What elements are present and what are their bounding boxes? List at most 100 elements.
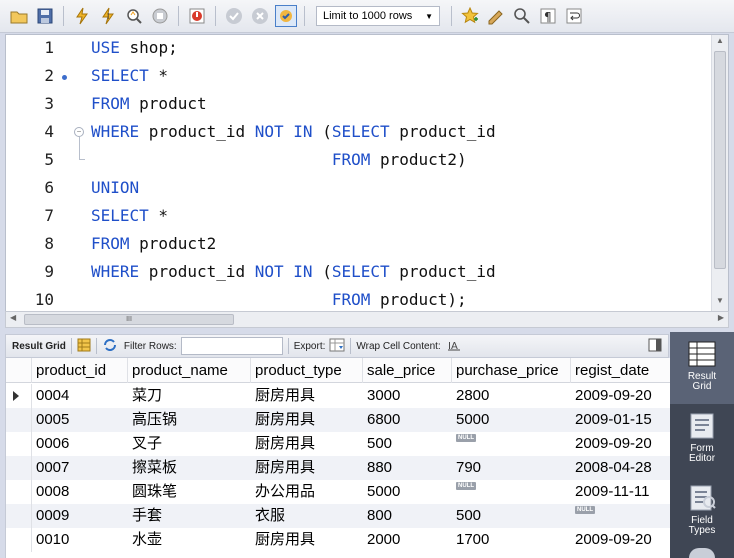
table-cell[interactable]: 0008 — [32, 480, 128, 504]
table-cell-null[interactable]: NULL — [571, 504, 670, 528]
code-line[interactable]: 3 FROM product — [6, 91, 712, 119]
table-cell[interactable]: 5000 — [452, 408, 571, 432]
table-cell[interactable]: 圆珠笔 — [128, 480, 251, 504]
sql-editor[interactable]: 1 USE shop; 2 SELECT * 3 FROM product 4 WHERE p… — [5, 34, 729, 312]
table-cell[interactable]: 0004 — [32, 384, 128, 408]
fold-toggle-icon[interactable]: − — [74, 127, 84, 137]
refresh-icon[interactable] — [102, 338, 118, 355]
table-cell[interactable]: 1700 — [452, 528, 571, 552]
table-cell[interactable]: 790 — [452, 456, 571, 480]
table-cell[interactable]: 2009-09-20 — [571, 432, 670, 456]
scroll-up-icon[interactable]: ▲ — [712, 36, 728, 50]
invisible-chars-icon[interactable]: ¶ — [537, 5, 559, 27]
editor-horizontal-scrollbar[interactable]: ◀ III ▶ — [5, 311, 729, 328]
table-cell[interactable]: 0007 — [32, 456, 128, 480]
scroll-left-icon[interactable]: ◀ — [10, 313, 16, 322]
side-form-editor-button[interactable]: Form Editor — [670, 404, 734, 476]
table-cell[interactable]: 菜刀 — [128, 384, 251, 408]
table-cell[interactable]: 0006 — [32, 432, 128, 456]
table-cell[interactable]: 高压锅 — [128, 408, 251, 432]
result-grid[interactable]: product_id product_name product_type sale_p… — [5, 358, 670, 558]
execute-icon[interactable] — [71, 5, 93, 27]
row-selector[interactable] — [6, 528, 32, 552]
table-cell[interactable]: 厨房用具 — [251, 408, 363, 432]
table-row[interactable]: 0007 擦菜板 厨房用具 880 790 2008-04-28 — [6, 456, 670, 480]
code-line[interactable]: 8 FROM product2 — [6, 231, 712, 259]
code-line[interactable]: 4 WHERE product_id NOT IN (SELECT product… — [6, 119, 712, 147]
filter-rows-input[interactable] — [180, 337, 283, 355]
scroll-thumb[interactable]: III — [24, 314, 234, 325]
editor-vertical-scrollbar[interactable]: ▲ ▼ — [711, 35, 728, 311]
beautify-icon[interactable] — [485, 5, 507, 27]
toggle-error-icon[interactable] — [186, 5, 208, 27]
table-cell[interactable]: 0010 — [32, 528, 128, 552]
execute-current-icon[interactable]: I — [97, 5, 119, 27]
code-line[interactable]: 6 UNION — [6, 175, 712, 203]
table-cell-null[interactable]: NULL — [452, 480, 571, 504]
table-cell[interactable]: 2009-01-15 — [571, 408, 670, 432]
table-cell[interactable]: 手套 — [128, 504, 251, 528]
save-icon[interactable] — [34, 5, 56, 27]
table-cell[interactable]: 0009 — [32, 504, 128, 528]
table-cell[interactable]: 办公用品 — [251, 480, 363, 504]
wrap-cell-icon[interactable]: IA — [447, 339, 461, 354]
scroll-thumb[interactable] — [714, 51, 726, 269]
code-line[interactable]: 9 WHERE product_id NOT IN (SELECT product… — [6, 259, 712, 287]
table-row[interactable]: 0005 高压锅 厨房用具 6800 5000 2009-01-15 — [6, 408, 670, 432]
row-selector[interactable] — [6, 456, 32, 480]
side-result-grid-button[interactable]: Result Grid — [670, 332, 734, 404]
table-cell[interactable]: 2009-09-20 — [571, 384, 670, 408]
table-row[interactable]: 0010 水壶 厨房用具 2000 1700 2009-09-20 — [6, 528, 670, 552]
export-icon[interactable] — [329, 338, 345, 355]
table-row[interactable]: 0004 菜刀 厨房用具 3000 2800 2009-09-20 — [6, 384, 670, 408]
row-selector[interactable] — [6, 408, 32, 432]
table-cell[interactable]: 880 — [363, 456, 452, 480]
table-cell[interactable]: 叉子 — [128, 432, 251, 456]
code-line[interactable]: 5 FROM product2) — [6, 147, 712, 175]
code-line[interactable]: 2 SELECT * — [6, 63, 712, 91]
column-header[interactable]: product_type — [251, 358, 363, 383]
wrap-lines-icon[interactable] — [563, 5, 585, 27]
table-cell[interactable]: 厨房用具 — [251, 456, 363, 480]
scroll-right-icon[interactable]: ▶ — [718, 313, 724, 322]
table-row[interactable]: 0006 叉子 厨房用具 500 NULL 2009-09-20 — [6, 432, 670, 456]
table-cell[interactable]: 水壶 — [128, 528, 251, 552]
side-next-button[interactable] — [670, 548, 734, 558]
grid-layout-icon[interactable] — [77, 338, 91, 355]
column-header[interactable]: product_name — [128, 358, 251, 383]
open-folder-icon[interactable] — [8, 5, 30, 27]
table-cell[interactable]: 0005 — [32, 408, 128, 432]
column-header[interactable]: sale_price — [363, 358, 452, 383]
table-cell[interactable]: 500 — [452, 504, 571, 528]
limit-rows-select[interactable]: Limit to 1000 rows ▼ — [316, 6, 440, 26]
table-cell[interactable]: 500 — [363, 432, 452, 456]
table-cell[interactable]: 衣服 — [251, 504, 363, 528]
table-cell[interactable]: 6800 — [363, 408, 452, 432]
explain-icon[interactable] — [123, 5, 145, 27]
table-cell[interactable]: 2009-11-11 — [571, 480, 670, 504]
row-selector[interactable] — [6, 480, 32, 504]
code-line[interactable]: 7 SELECT * — [6, 203, 712, 231]
side-field-types-button[interactable]: Field Types — [670, 476, 734, 548]
table-cell[interactable]: 厨房用具 — [251, 432, 363, 456]
table-cell[interactable]: 5000 — [363, 480, 452, 504]
table-cell-null[interactable]: NULL — [452, 432, 571, 456]
table-cell[interactable]: 厨房用具 — [251, 384, 363, 408]
row-selector[interactable] — [6, 384, 32, 408]
table-cell[interactable]: 厨房用具 — [251, 528, 363, 552]
bookmark-star-icon[interactable] — [459, 5, 481, 27]
code-line[interactable]: 1 USE shop; — [6, 35, 712, 63]
commit-icon[interactable] — [223, 5, 245, 27]
table-cell[interactable]: 2000 — [363, 528, 452, 552]
stop-icon[interactable] — [149, 5, 171, 27]
table-cell[interactable]: 2009-09-20 — [571, 528, 670, 552]
table-cell[interactable]: 2008-04-28 — [571, 456, 670, 480]
table-cell[interactable]: 3000 — [363, 384, 452, 408]
column-header[interactable]: purchase_price — [452, 358, 571, 383]
table-cell[interactable]: 800 — [363, 504, 452, 528]
rollback-icon[interactable] — [249, 5, 271, 27]
table-cell[interactable]: 擦菜板 — [128, 456, 251, 480]
scroll-down-icon[interactable]: ▼ — [712, 296, 728, 310]
toggle-panel-icon[interactable] — [648, 338, 662, 355]
row-selector[interactable] — [6, 504, 32, 528]
